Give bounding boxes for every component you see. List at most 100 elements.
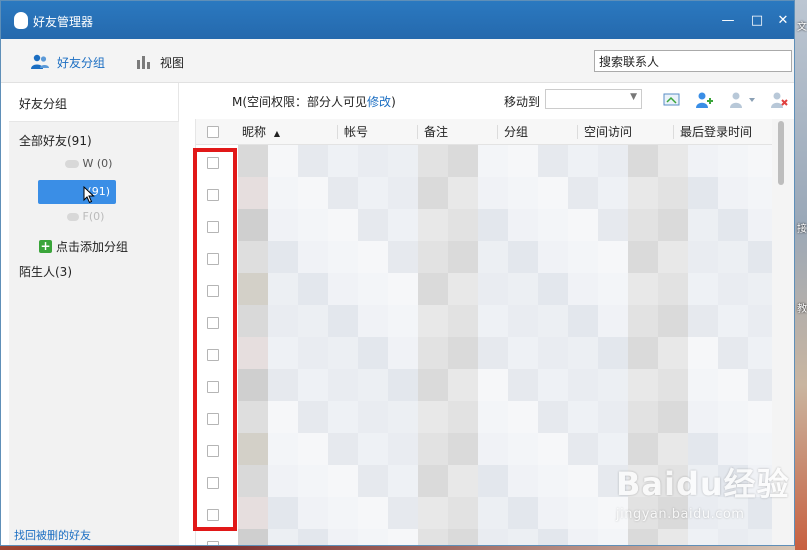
redacted-name: [65, 160, 79, 168]
redacted-cell: [598, 369, 628, 401]
column-account[interactable]: 帐号: [337, 125, 368, 139]
select-all-checkbox[interactable]: [207, 126, 219, 138]
redacted-row-content: [238, 529, 772, 545]
tab-friend-groups[interactable]: 好友分组: [31, 52, 105, 72]
redacted-row-content: [238, 273, 772, 305]
redacted-cell: [538, 433, 568, 465]
table-row[interactable]: [196, 337, 794, 369]
redacted-cell: [688, 273, 718, 305]
redacted-cell: [628, 401, 658, 433]
row-checkbox[interactable]: [207, 317, 219, 329]
redacted-cell: [508, 369, 538, 401]
maximize-button[interactable]: □: [750, 14, 764, 28]
delete-friend-icon[interactable]: [769, 91, 789, 109]
redacted-cell: [448, 465, 478, 497]
redacted-cell: [628, 145, 658, 177]
redacted-cell: [328, 529, 358, 545]
redacted-cell: [238, 401, 268, 433]
close-button[interactable]: ✕: [776, 14, 790, 28]
redacted-cell: [448, 209, 478, 241]
table-row[interactable]: [196, 241, 794, 273]
minimize-button[interactable]: —: [721, 14, 735, 28]
strangers-group[interactable]: 陌生人(3): [19, 263, 72, 280]
add-group-button[interactable]: + 点击添加分组: [39, 238, 128, 255]
redacted-cell: [658, 305, 688, 337]
group-label: W (0): [82, 157, 113, 170]
restore-deleted-friends-link[interactable]: 找回被删的好友: [14, 527, 91, 543]
table-row[interactable]: [196, 209, 794, 241]
redacted-cell: [688, 145, 718, 177]
redacted-cell: [328, 305, 358, 337]
table-row[interactable]: [196, 145, 794, 177]
table-row[interactable]: [196, 529, 794, 545]
redacted-cell: [358, 369, 388, 401]
send-message-icon[interactable]: [662, 91, 682, 109]
redacted-cell: [418, 177, 448, 209]
row-checkbox[interactable]: [207, 157, 219, 169]
row-checkbox[interactable]: [207, 189, 219, 201]
table-row[interactable]: [196, 305, 794, 337]
row-checkbox[interactable]: [207, 541, 219, 545]
row-checkbox[interactable]: [207, 445, 219, 457]
row-checkbox[interactable]: [207, 253, 219, 265]
redacted-cell: [508, 337, 538, 369]
redacted-cell: [388, 241, 418, 273]
group-item-selected[interactable]: (91): [38, 180, 116, 204]
table-row[interactable]: [196, 369, 794, 401]
group-item[interactable]: F(0): [67, 210, 104, 223]
redacted-cell: [688, 241, 718, 273]
redacted-cell: [628, 337, 658, 369]
redacted-cell: [298, 529, 328, 545]
row-checkbox[interactable]: [207, 285, 219, 297]
column-remark[interactable]: 备注: [417, 125, 448, 139]
redacted-cell: [388, 273, 418, 305]
column-last-login[interactable]: 最后登录时间: [673, 125, 752, 139]
column-nickname[interactable]: 昵称 ▲: [242, 125, 280, 139]
redacted-cell: [568, 145, 598, 177]
redacted-cell: [508, 145, 538, 177]
tab-view[interactable]: 视图: [136, 52, 184, 72]
redacted-cell: [388, 177, 418, 209]
row-checkbox[interactable]: [207, 221, 219, 233]
row-checkbox[interactable]: [207, 381, 219, 393]
redacted-cell: [298, 337, 328, 369]
redacted-cell: [418, 305, 448, 337]
add-friend-icon[interactable]: [694, 91, 714, 109]
table-row[interactable]: [196, 177, 794, 209]
redacted-cell: [388, 465, 418, 497]
redacted-cell: [418, 209, 448, 241]
column-group[interactable]: 分组: [497, 125, 528, 139]
row-checkbox[interactable]: [207, 413, 219, 425]
move-to-label: 移动到: [504, 95, 541, 109]
redacted-cell: [748, 401, 772, 433]
row-checkbox[interactable]: [207, 509, 219, 521]
redacted-cell: [298, 209, 328, 241]
redacted-cell: [238, 497, 268, 529]
watermark-logo: Baidu经验: [616, 465, 790, 503]
redacted-cell: [568, 241, 598, 273]
manage-friend-icon[interactable]: [728, 91, 758, 109]
search-input[interactable]: [594, 50, 792, 72]
row-checkbox[interactable]: [207, 477, 219, 489]
redacted-cell: [238, 305, 268, 337]
redacted-cell: [388, 433, 418, 465]
row-checkbox[interactable]: [207, 349, 219, 361]
redacted-cell: [508, 241, 538, 273]
move-to-dropdown[interactable]: ▼: [545, 89, 642, 109]
column-space-access[interactable]: 空间访问: [577, 125, 632, 139]
redacted-cell: [298, 273, 328, 305]
redacted-cell: [358, 433, 388, 465]
group-item[interactable]: W (0): [65, 157, 112, 170]
cursor-icon: [83, 186, 95, 204]
redacted-cell: [538, 305, 568, 337]
all-friends-group[interactable]: 全部好友(91): [19, 132, 92, 149]
column-label: 昵称: [242, 125, 267, 139]
redacted-cell: [418, 529, 448, 545]
redacted-cell: [598, 145, 628, 177]
table-row[interactable]: [196, 273, 794, 305]
redacted-cell: [688, 305, 718, 337]
permission-modify-link[interactable]: 修改: [367, 95, 391, 109]
redacted-cell: [388, 337, 418, 369]
scrollbar-thumb[interactable]: [778, 121, 784, 185]
table-row[interactable]: [196, 401, 794, 433]
